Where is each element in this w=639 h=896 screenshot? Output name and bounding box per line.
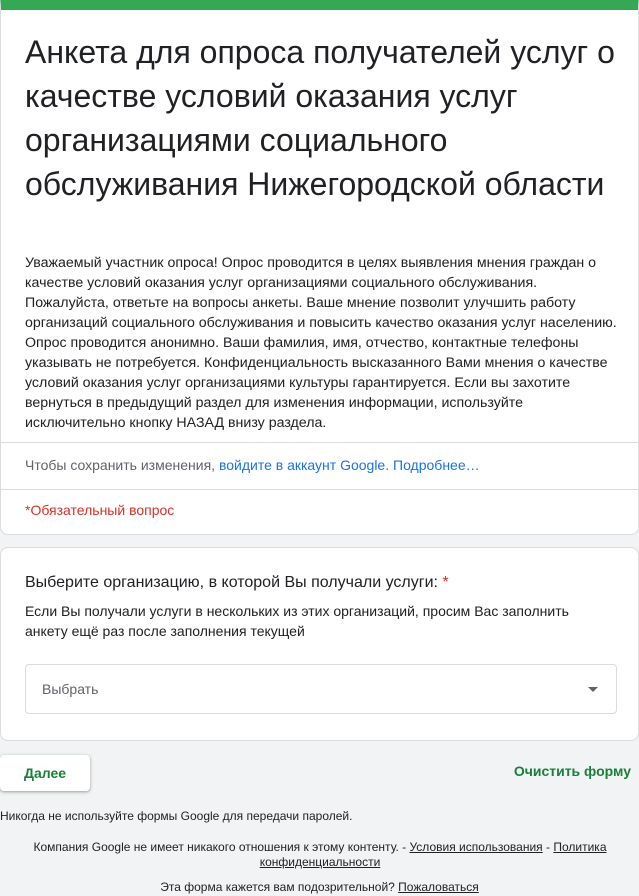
form-header-card: Анкета для опроса получателей услуг о ка… [0, 0, 639, 535]
password-warning: Никогда не используйте формы Google для … [0, 809, 353, 823]
signin-prefix: Чтобы сохранить изменения, [25, 457, 219, 473]
question-title-text: Выберите организацию, в которой Вы получ… [25, 574, 438, 591]
learn-more-link[interactable]: Подробнее… [393, 457, 480, 473]
dropdown-arrow-icon [588, 687, 598, 692]
signin-notice: Чтобы сохранить изменения, войдите в акк… [25, 457, 480, 473]
terms-link[interactable]: Условия использования [409, 840, 542, 854]
question-description: Если Вы получали услуги в нескольких из … [25, 603, 569, 639]
dropdown-placeholder: Выбрать [42, 681, 99, 697]
next-button[interactable]: Далее [0, 755, 90, 791]
footer-report: Эта форма кажется вам подозрительной? По… [0, 880, 639, 894]
disclaimer-text: Компания Google не имеет никакого отноше… [33, 840, 410, 854]
required-asterisk: * [442, 574, 449, 591]
required-question-note: *Обязательный вопрос [25, 502, 175, 518]
question-title: Выберите организацию, в которой Вы получ… [25, 574, 449, 592]
divider [1, 489, 638, 490]
form-title: Анкета для опроса получателей услуг о ка… [25, 34, 615, 202]
report-abuse-link[interactable]: Пожаловаться [398, 880, 479, 894]
clear-form-button[interactable]: Очистить форму [514, 763, 631, 779]
question-card: Выберите организацию, в которой Вы получ… [0, 547, 639, 741]
form-description: Уважаемый участник опроса! Опрос проводи… [25, 255, 617, 431]
organization-dropdown[interactable]: Выбрать [25, 664, 617, 714]
signin-link[interactable]: войдите в аккаунт Google. [219, 457, 389, 473]
divider [1, 442, 638, 443]
footer-separator: - [542, 840, 554, 854]
footer-disclaimer: Компания Google не имеет никакого отноше… [20, 840, 620, 870]
suspicious-text: Эта форма кажется вам подозрительной? [160, 880, 399, 894]
